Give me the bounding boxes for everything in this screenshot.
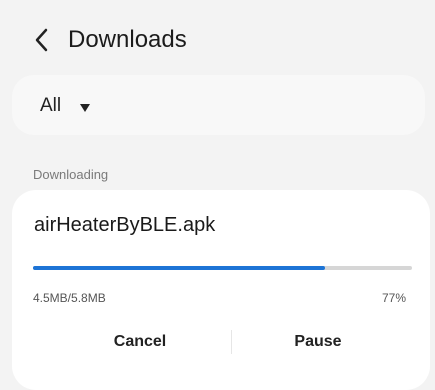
download-card: airHeaterByBLE.apk 4.5MB/5.8MB 77% Cance… [12, 190, 430, 390]
download-size-progress: 4.5MB/5.8MB [33, 291, 106, 305]
file-name: airHeaterByBLE.apk [34, 214, 216, 236]
caret-down-icon [79, 100, 91, 112]
pause-button[interactable]: Pause [223, 322, 413, 362]
app-header: Downloads [0, 0, 435, 80]
download-actions: Cancel Pause [12, 322, 430, 366]
download-percent: 77% [381, 291, 406, 305]
progress-bar-fill [33, 266, 325, 270]
progress-bar [33, 266, 412, 270]
filter-dropdown[interactable]: All [12, 75, 425, 135]
filter-selected-value: All [40, 95, 62, 116]
cancel-button[interactable]: Cancel [45, 322, 235, 362]
page-title: Downloads [68, 26, 187, 53]
section-label: Downloading [33, 167, 109, 182]
chevron-left-icon[interactable] [30, 27, 54, 53]
